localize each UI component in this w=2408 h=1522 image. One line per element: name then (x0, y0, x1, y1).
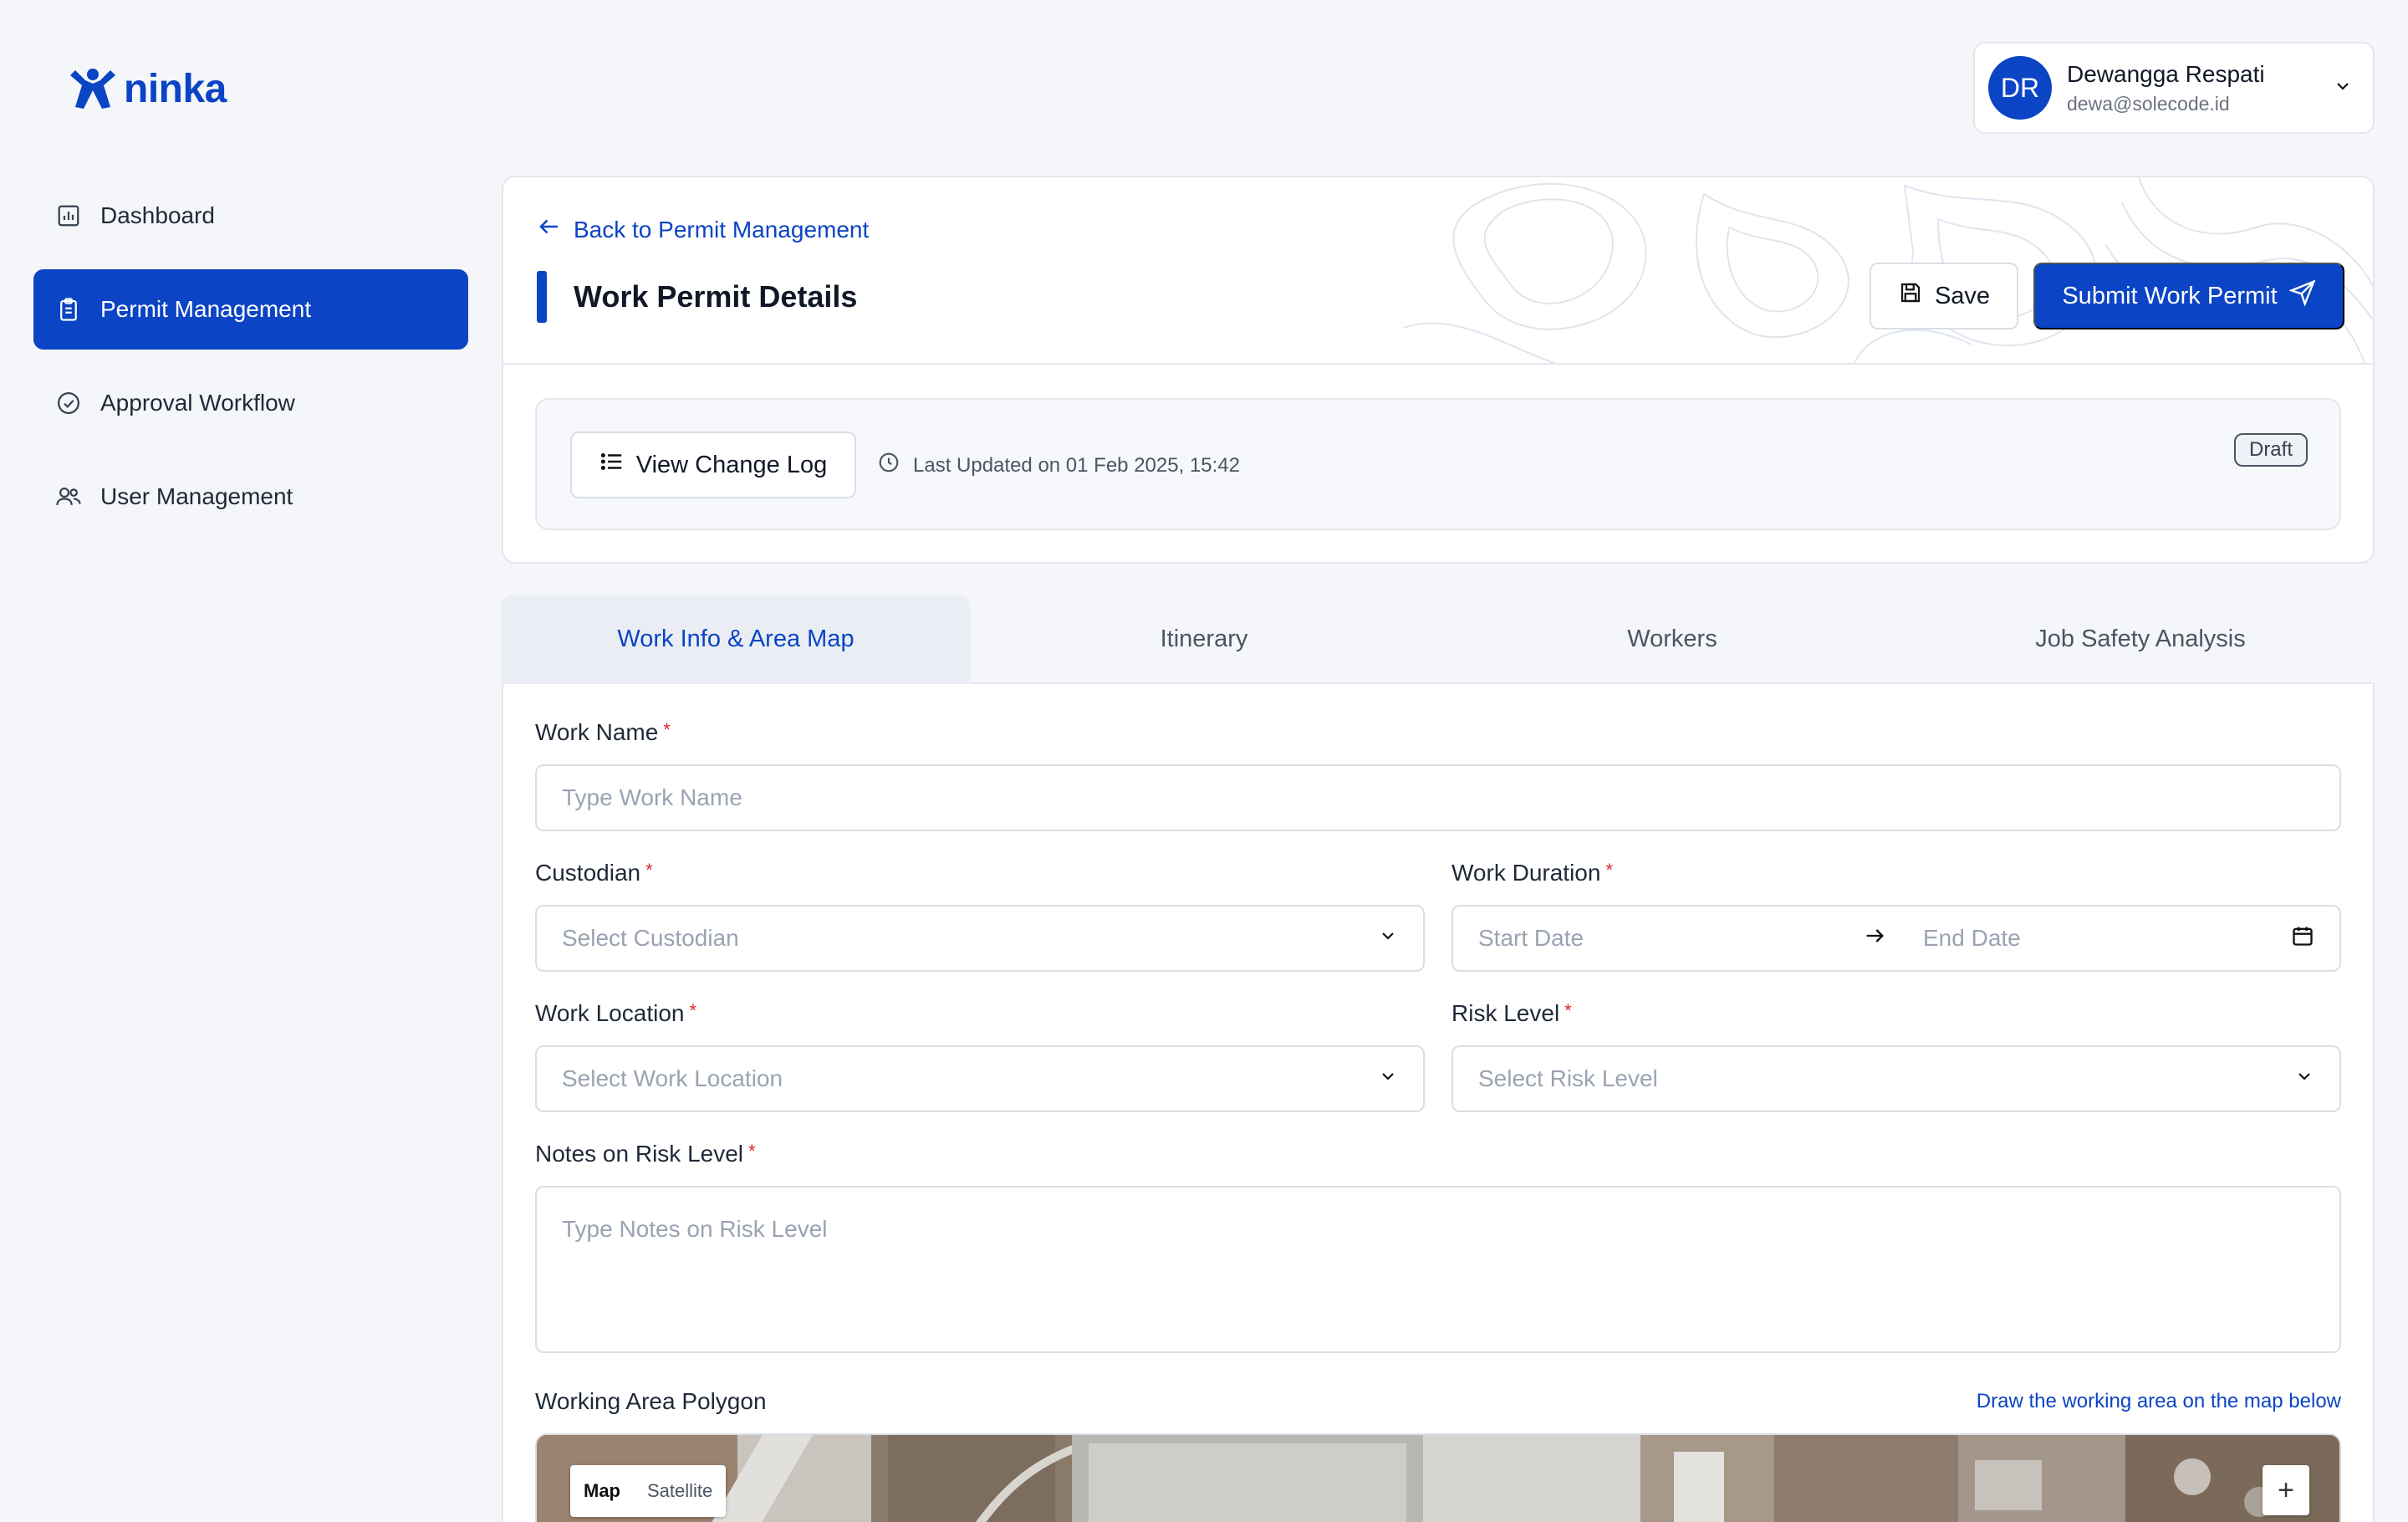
work-name-placeholder: Type Work Name (562, 784, 742, 810)
custodian-label-text: Custodian (535, 860, 641, 886)
satellite-imagery (537, 1435, 2339, 1522)
user-email: dewa@solecode.id (2067, 92, 2230, 115)
user-menu[interactable]: DR Dewangga Respati dewa@solecode.id (1973, 42, 2375, 134)
calendar-icon (2291, 924, 2314, 953)
work-name-label: Work Name * (535, 719, 671, 746)
custodian-placeholder: Select Custodian (562, 925, 739, 951)
chevron-down-icon (1378, 1065, 1398, 1092)
clock-icon (878, 452, 900, 479)
avatar: DR (1988, 56, 2052, 120)
risk-notes-textarea[interactable]: Type Notes on Risk Level (535, 1186, 2341, 1353)
chart-icon (55, 202, 82, 229)
save-button[interactable]: Save (1870, 263, 2018, 329)
status-badge: Draft (2233, 433, 2308, 467)
tab-workers[interactable]: Workers (1438, 595, 1906, 684)
work-duration-label: Work Duration * (1451, 860, 1613, 886)
work-location-label-text: Work Location (535, 1000, 685, 1026)
sidebar-item-approval-workflow[interactable]: Approval Workflow (33, 363, 468, 443)
chevron-down-icon (2333, 76, 2353, 100)
permit-header-panel: Back to Permit Management Work Permit De… (502, 176, 2375, 564)
list-icon (599, 449, 625, 481)
custodian-label: Custodian * (535, 860, 653, 886)
sidebar-item-label: Approval Workflow (100, 390, 295, 416)
custodian-select[interactable]: Select Custodian (535, 905, 1425, 972)
risk-level-placeholder: Select Risk Level (1478, 1065, 1658, 1091)
back-to-permit-management-link[interactable]: Back to Permit Management (537, 214, 869, 245)
check-circle-icon (55, 390, 82, 416)
save-label: Save (1934, 282, 1991, 309)
work-duration-range-picker[interactable]: Start Date End Date (1451, 905, 2341, 972)
draw-area-hint: Draw the working area on the map below (1976, 1390, 2341, 1412)
required-mark: * (748, 1141, 756, 1162)
chevron-down-icon (2294, 1065, 2314, 1092)
tab-itinerary[interactable]: Itinerary (970, 595, 1438, 684)
logo-text: ninka (124, 66, 227, 111)
required-mark: * (1564, 1000, 1572, 1021)
app-logo[interactable]: ninka (67, 65, 227, 112)
header-divider (503, 363, 2373, 365)
save-icon (1898, 280, 1923, 312)
work-info-form: Work Name * Type Work Name Custodian * Sel… (502, 684, 2375, 1522)
view-change-log-label: View Change Log (635, 451, 828, 478)
map-type-satellite-button[interactable]: Satellite (634, 1480, 726, 1502)
last-updated-text: Last Updated on 01 Feb 2025, 15:42 (913, 453, 1240, 477)
working-area-polygon-label: Working Area Polygon (535, 1388, 767, 1414)
work-name-input[interactable]: Type Work Name (535, 764, 2341, 831)
risk-level-label-text: Risk Level (1451, 1000, 1560, 1026)
working-area-map[interactable]: Map Satellite + (535, 1433, 2341, 1522)
required-mark: * (645, 860, 653, 881)
risk-level-label: Risk Level * (1451, 1000, 1572, 1027)
map-type-map-button[interactable]: Map (570, 1480, 634, 1502)
back-link-label: Back to Permit Management (574, 216, 870, 243)
arrow-right-icon (1863, 924, 1886, 953)
clipboard-icon (55, 296, 82, 323)
page-title: Work Permit Details (574, 279, 858, 314)
risk-notes-label: Notes on Risk Level * (535, 1141, 756, 1167)
risk-notes-placeholder: Type Notes on Risk Level (562, 1216, 828, 1242)
sidebar-item-label: Permit Management (100, 296, 312, 322)
send-icon (2288, 279, 2316, 313)
tab-work-info-area-map[interactable]: Work Info & Area Map (502, 595, 970, 684)
user-info: Dewangga Respati dewa@solecode.id (2067, 61, 2318, 115)
work-duration-label-text: Work Duration (1451, 860, 1601, 886)
risk-level-select[interactable]: Select Risk Level (1451, 1045, 2341, 1112)
sidebar-item-permit-management[interactable]: Permit Management (33, 269, 468, 350)
last-updated: Last Updated on 01 Feb 2025, 15:42 (878, 452, 1240, 479)
sidebar-item-label: User Management (100, 483, 293, 509)
work-location-select[interactable]: Select Work Location (535, 1045, 1425, 1112)
required-mark: * (1605, 860, 1613, 881)
chevron-down-icon (1378, 925, 1398, 952)
sidebar-item-dashboard[interactable]: Dashboard (33, 176, 468, 256)
sidebar-nav: Dashboard Permit Management Approval Wor… (33, 176, 468, 550)
view-change-log-button[interactable]: View Change Log (570, 432, 856, 498)
start-date-placeholder[interactable]: Start Date (1478, 925, 1863, 952)
work-name-label-text: Work Name (535, 719, 659, 745)
required-mark: * (663, 719, 671, 740)
submit-work-permit-button[interactable]: Submit Work Permit (2033, 263, 2344, 329)
sidebar-item-label: Dashboard (100, 202, 215, 228)
users-icon (55, 483, 82, 510)
user-name: Dewangga Respati (2067, 60, 2265, 87)
sidebar-item-user-management[interactable]: User Management (33, 457, 468, 537)
submit-label: Submit Work Permit (2062, 282, 2278, 309)
work-location-placeholder: Select Work Location (562, 1065, 783, 1091)
work-location-label: Work Location * (535, 1000, 696, 1027)
title-accent-bar (537, 271, 547, 323)
permit-meta-box: View Change Log Last Updated on 01 Feb 2… (535, 398, 2341, 530)
map-type-toggle: Map Satellite (570, 1465, 727, 1517)
tab-job-safety-analysis[interactable]: Job Safety Analysis (1906, 595, 2375, 684)
zoom-in-button[interactable]: + (2263, 1465, 2309, 1515)
permit-tabs: Work Info & Area Map Itinerary Workers J… (502, 595, 2375, 684)
end-date-placeholder[interactable]: End Date (1923, 925, 2291, 952)
risk-notes-label-text: Notes on Risk Level (535, 1141, 744, 1167)
arrow-left-icon (537, 214, 562, 245)
logo-mark-icon (70, 69, 115, 109)
required-mark: * (689, 1000, 697, 1021)
